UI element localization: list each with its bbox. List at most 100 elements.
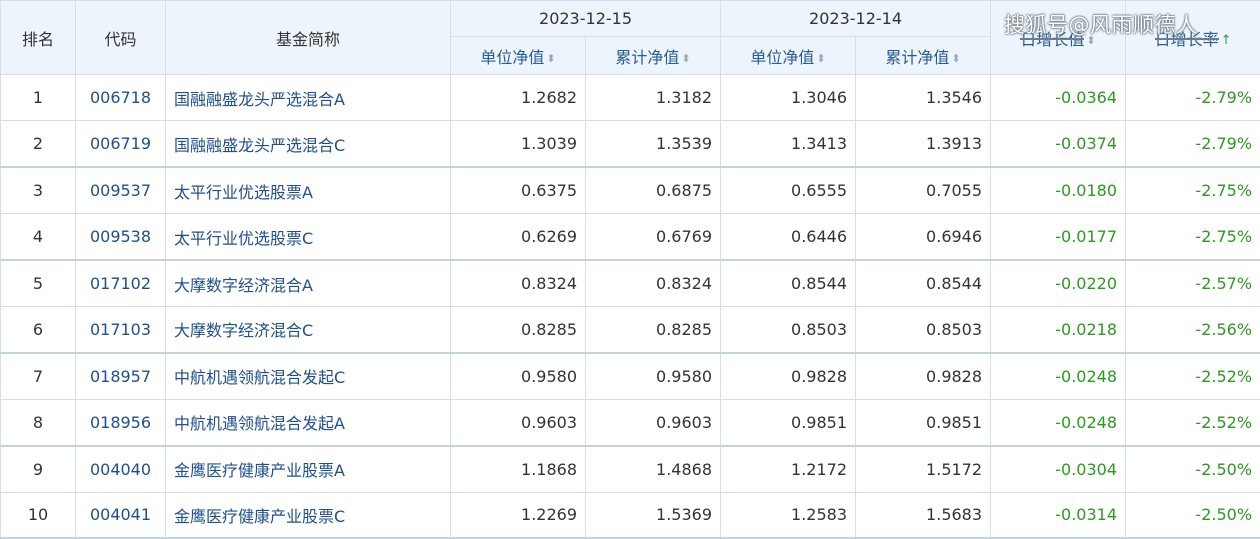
unit-nav-label: 单位净值	[750, 48, 814, 67]
acc-nav-cell: 1.3913	[856, 121, 991, 167]
fund-name-link[interactable]: 中航机遇领航混合发起A	[166, 399, 451, 445]
fund-name-link[interactable]: 金鹰医疗健康产业股票A	[166, 446, 451, 492]
acc-nav-cell: 1.3546	[856, 75, 991, 121]
unit-nav-header-2[interactable]: 单位净值⬍	[721, 37, 856, 75]
growth-value-cell: -0.0248	[991, 353, 1126, 399]
growth-rate-cell: -2.52%	[1126, 353, 1260, 399]
table-row: 10 004041 金鹰医疗健康产业股票C 1.2269 1.5369 1.25…	[1, 492, 1260, 538]
code-header: 代码	[76, 1, 166, 75]
fund-name-link[interactable]: 大摩数字经济混合A	[166, 260, 451, 306]
growth-rate-cell: -2.79%	[1126, 75, 1260, 121]
table-row: 5 017102 大摩数字经济混合A 0.8324 0.8324 0.8544 …	[1, 260, 1260, 306]
growth-value-cell: -0.0180	[991, 167, 1126, 213]
unit-nav-cell: 1.3046	[721, 75, 856, 121]
acc-nav-cell: 1.3539	[586, 121, 721, 167]
acc-nav-label: 累计净值	[885, 48, 949, 67]
unit-nav-label: 单位净值	[480, 48, 544, 67]
growth-rate-cell: -2.75%	[1126, 167, 1260, 213]
fund-code-link[interactable]: 006719	[76, 121, 166, 167]
acc-nav-cell: 0.6946	[856, 214, 991, 260]
fund-name-link[interactable]: 太平行业优选股票C	[166, 214, 451, 260]
acc-nav-cell: 0.9828	[856, 353, 991, 399]
growth-rate-cell: -2.79%	[1126, 121, 1260, 167]
rank-cell: 10	[1, 492, 76, 538]
fund-code-link[interactable]: 004040	[76, 446, 166, 492]
growth-value-cell: -0.0218	[991, 306, 1126, 352]
name-header: 基金简称	[166, 1, 451, 75]
fund-name-link[interactable]: 大摩数字经济混合C	[166, 306, 451, 352]
fund-code-link[interactable]: 017102	[76, 260, 166, 306]
acc-nav-cell: 0.9851	[856, 399, 991, 445]
sort-up-arrow-icon[interactable]: ↑	[1221, 33, 1232, 48]
date-header-1: 2023-12-15	[451, 1, 721, 37]
unit-nav-cell: 0.6555	[721, 167, 856, 213]
fund-name-link[interactable]: 太平行业优选股票A	[166, 167, 451, 213]
table-row: 3 009537 太平行业优选股票A 0.6375 0.6875 0.6555 …	[1, 167, 1260, 213]
sort-icon[interactable]: ⬍	[951, 52, 960, 65]
unit-nav-cell: 0.8324	[451, 260, 586, 306]
rank-cell: 8	[1, 399, 76, 445]
sort-icon[interactable]: ⬍	[681, 52, 690, 65]
fund-name-link[interactable]: 国融融盛龙头严选混合C	[166, 121, 451, 167]
date-header-2: 2023-12-14	[721, 1, 991, 37]
acc-nav-cell: 1.3182	[586, 75, 721, 121]
growth-rate-cell: -2.56%	[1126, 306, 1260, 352]
fund-name-link[interactable]: 金鹰医疗健康产业股票C	[166, 492, 451, 538]
unit-nav-cell: 1.3413	[721, 121, 856, 167]
unit-nav-cell: 0.6446	[721, 214, 856, 260]
acc-nav-cell: 0.6875	[586, 167, 721, 213]
acc-nav-cell: 0.8503	[856, 306, 991, 352]
fund-name-link[interactable]: 国融融盛龙头严选混合A	[166, 75, 451, 121]
table-row: 4 009538 太平行业优选股票C 0.6269 0.6769 0.6446 …	[1, 214, 1260, 260]
acc-nav-cell: 1.4868	[586, 446, 721, 492]
rank-cell: 5	[1, 260, 76, 306]
fund-name-link[interactable]: 中航机遇领航混合发起C	[166, 353, 451, 399]
unit-nav-cell: 1.2269	[451, 492, 586, 538]
unit-nav-cell: 0.6375	[451, 167, 586, 213]
fund-code-link[interactable]: 018957	[76, 353, 166, 399]
acc-nav-cell: 0.9603	[586, 399, 721, 445]
unit-nav-cell: 0.9603	[451, 399, 586, 445]
acc-nav-header-2[interactable]: 累计净值⬍	[856, 37, 991, 75]
fund-ranking-table: 排名 代码 基金简称 2023-12-15 2023-12-14 日增长值⬍ 日…	[0, 0, 1260, 539]
unit-nav-cell: 0.9851	[721, 399, 856, 445]
rank-cell: 2	[1, 121, 76, 167]
acc-nav-cell: 0.6769	[586, 214, 721, 260]
rank-cell: 6	[1, 306, 76, 352]
rank-cell: 9	[1, 446, 76, 492]
fund-code-link[interactable]: 004041	[76, 492, 166, 538]
acc-nav-cell: 1.5683	[856, 492, 991, 538]
growth-value-cell: -0.0374	[991, 121, 1126, 167]
growth-rate-cell: -2.57%	[1126, 260, 1260, 306]
fund-code-link[interactable]: 018956	[76, 399, 166, 445]
fund-code-link[interactable]: 009537	[76, 167, 166, 213]
fund-code-link[interactable]: 017103	[76, 306, 166, 352]
growth-value-cell: -0.0364	[991, 75, 1126, 121]
rank-cell: 1	[1, 75, 76, 121]
growth-value-cell: -0.0314	[991, 492, 1126, 538]
fund-code-link[interactable]: 006718	[76, 75, 166, 121]
growth-value-cell: -0.0304	[991, 446, 1126, 492]
unit-nav-cell: 1.2172	[721, 446, 856, 492]
table-row: 8 018956 中航机遇领航混合发起A 0.9603 0.9603 0.985…	[1, 399, 1260, 445]
unit-nav-cell: 1.1868	[451, 446, 586, 492]
table-row: 1 006718 国融融盛龙头严选混合A 1.2682 1.3182 1.304…	[1, 75, 1260, 121]
acc-nav-cell: 1.5172	[856, 446, 991, 492]
acc-nav-cell: 1.5369	[586, 492, 721, 538]
sort-icon[interactable]: ⬍	[816, 52, 825, 65]
unit-nav-cell: 0.8544	[721, 260, 856, 306]
rank-cell: 7	[1, 353, 76, 399]
acc-nav-cell: 0.8324	[586, 260, 721, 306]
unit-nav-cell: 0.8503	[721, 306, 856, 352]
acc-nav-cell: 0.7055	[856, 167, 991, 213]
growth-rate-cell: -2.52%	[1126, 399, 1260, 445]
fund-code-link[interactable]: 009538	[76, 214, 166, 260]
unit-nav-header-1[interactable]: 单位净值⬍	[451, 37, 586, 75]
table-row: 6 017103 大摩数字经济混合C 0.8285 0.8285 0.8503 …	[1, 306, 1260, 352]
unit-nav-cell: 1.2682	[451, 75, 586, 121]
table-row: 2 006719 国融融盛龙头严选混合C 1.3039 1.3539 1.341…	[1, 121, 1260, 167]
sort-icon[interactable]: ⬍	[546, 52, 555, 65]
rank-cell: 4	[1, 214, 76, 260]
unit-nav-cell: 1.3039	[451, 121, 586, 167]
acc-nav-header-1[interactable]: 累计净值⬍	[586, 37, 721, 75]
